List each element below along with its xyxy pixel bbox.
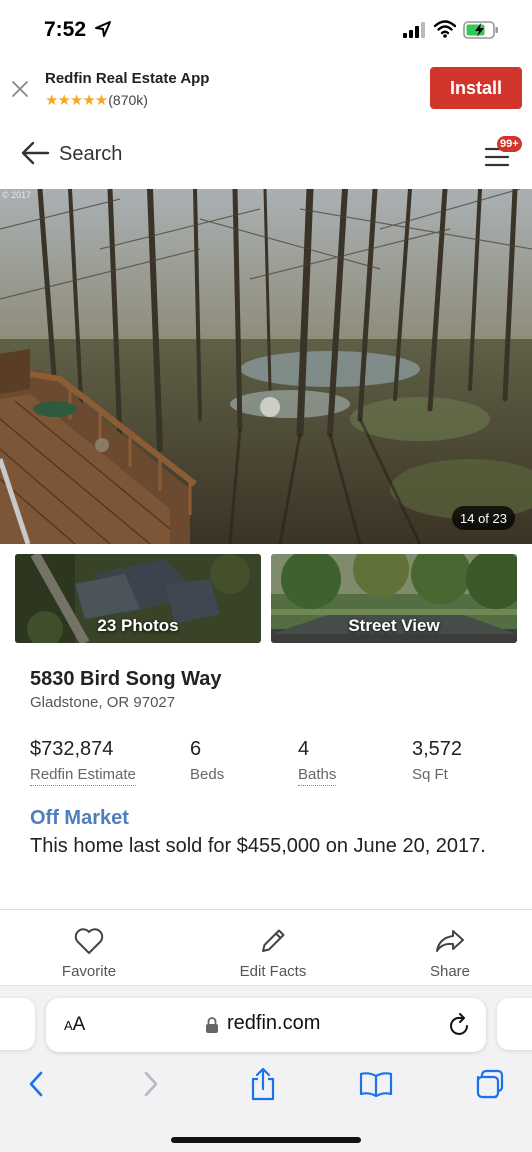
- favorite-button[interactable]: Favorite: [29, 924, 149, 980]
- reload-icon[interactable]: [449, 1013, 471, 1037]
- property-city: Gladstone, OR 97027: [30, 694, 176, 711]
- estimate-value: $732,874: [30, 738, 114, 760]
- star-rating-icon: ★★★★★: [45, 92, 108, 109]
- browser-toolbar: AA redfin.com: [0, 985, 532, 1152]
- back-arrow-icon[interactable]: [20, 140, 50, 166]
- sqft-value: 3,572: [412, 738, 463, 760]
- forest-deck-photo: [0, 189, 532, 544]
- share-label: Share: [429, 963, 471, 980]
- back-to-search-link[interactable]: Search: [59, 143, 122, 166]
- bookmarks-button[interactable]: [358, 1066, 394, 1102]
- browser-back-button[interactable]: [18, 1066, 54, 1102]
- pencil-icon: [262, 929, 285, 952]
- page-header: Search: [0, 128, 532, 182]
- previous-tab-preview[interactable]: [0, 998, 35, 1050]
- rating-count: (870k): [108, 92, 148, 108]
- stat-beds: 6 Beds: [190, 738, 224, 783]
- home-indicator: [171, 1137, 361, 1143]
- baths-label[interactable]: Baths: [298, 766, 337, 786]
- edit-facts-label: Edit Facts: [239, 963, 307, 980]
- favorite-label: Favorite: [61, 963, 117, 980]
- share-arrow-icon: [436, 930, 464, 952]
- estimate-label[interactable]: Redfin Estimate: [30, 766, 136, 786]
- install-button[interactable]: Install: [430, 67, 522, 109]
- banner-app-title: Redfin Real Estate App: [45, 70, 210, 87]
- tabs-button[interactable]: [471, 1066, 507, 1102]
- photo-copyright: © 2017: [2, 190, 32, 200]
- tabs-icon: [476, 1069, 504, 1099]
- stat-baths[interactable]: 4 Baths: [298, 738, 337, 786]
- wifi-icon: [434, 20, 456, 38]
- stat-estimate[interactable]: $732,874 Redfin Estimate: [30, 738, 136, 786]
- battery-charging-icon: [463, 21, 498, 39]
- street-view-button[interactable]: Street View: [271, 554, 517, 643]
- app-install-banner: Redfin Real Estate App ★★★★★ (870k) Inst…: [0, 60, 532, 120]
- banner-rating: ★★★★★ (870k): [45, 91, 148, 109]
- divider: [0, 909, 532, 910]
- edit-facts-button[interactable]: Edit Facts: [213, 924, 333, 980]
- last-sold-text: This home last sold for $455,000 on June…: [30, 835, 486, 857]
- address-bar[interactable]: AA redfin.com: [46, 998, 486, 1052]
- browser-share-button[interactable]: [245, 1066, 281, 1102]
- url-text: redfin.com: [227, 1012, 321, 1034]
- share-sheet-icon: [251, 1067, 275, 1101]
- close-icon[interactable]: [10, 79, 30, 99]
- share-button[interactable]: Share: [390, 924, 510, 980]
- stat-sqft: 3,572 Sq Ft: [412, 738, 462, 783]
- property-address: 5830 Bird Song Way: [30, 668, 222, 690]
- location-arrow-icon: [95, 21, 111, 37]
- all-photos-button[interactable]: 23 Photos: [15, 554, 261, 643]
- next-tab-preview[interactable]: [497, 998, 532, 1050]
- chevron-right-icon: [144, 1071, 158, 1097]
- browser-forward-button[interactable]: [133, 1066, 169, 1102]
- notification-badge: 99+: [497, 136, 522, 152]
- market-status: Off Market: [30, 807, 129, 829]
- heart-icon: [74, 928, 104, 954]
- sqft-label: Sq Ft: [412, 766, 448, 783]
- street-view-label: Street View: [348, 616, 440, 635]
- status-time: 7:52: [44, 18, 87, 41]
- beds-label: Beds: [190, 766, 225, 783]
- lock-icon: [206, 1017, 218, 1033]
- beds-value: 6: [190, 738, 202, 760]
- chevron-left-icon: [29, 1071, 43, 1097]
- text-size-button[interactable]: AA: [64, 1014, 85, 1036]
- photo-counter-badge: 14 of 23: [452, 506, 515, 530]
- book-icon: [359, 1072, 393, 1098]
- all-photos-label: 23 Photos: [97, 616, 179, 635]
- baths-value: 4: [298, 738, 310, 760]
- property-photo[interactable]: © 2017: [0, 189, 532, 544]
- cellular-signal-icon: [403, 22, 425, 38]
- status-bar: 7:52: [0, 0, 532, 60]
